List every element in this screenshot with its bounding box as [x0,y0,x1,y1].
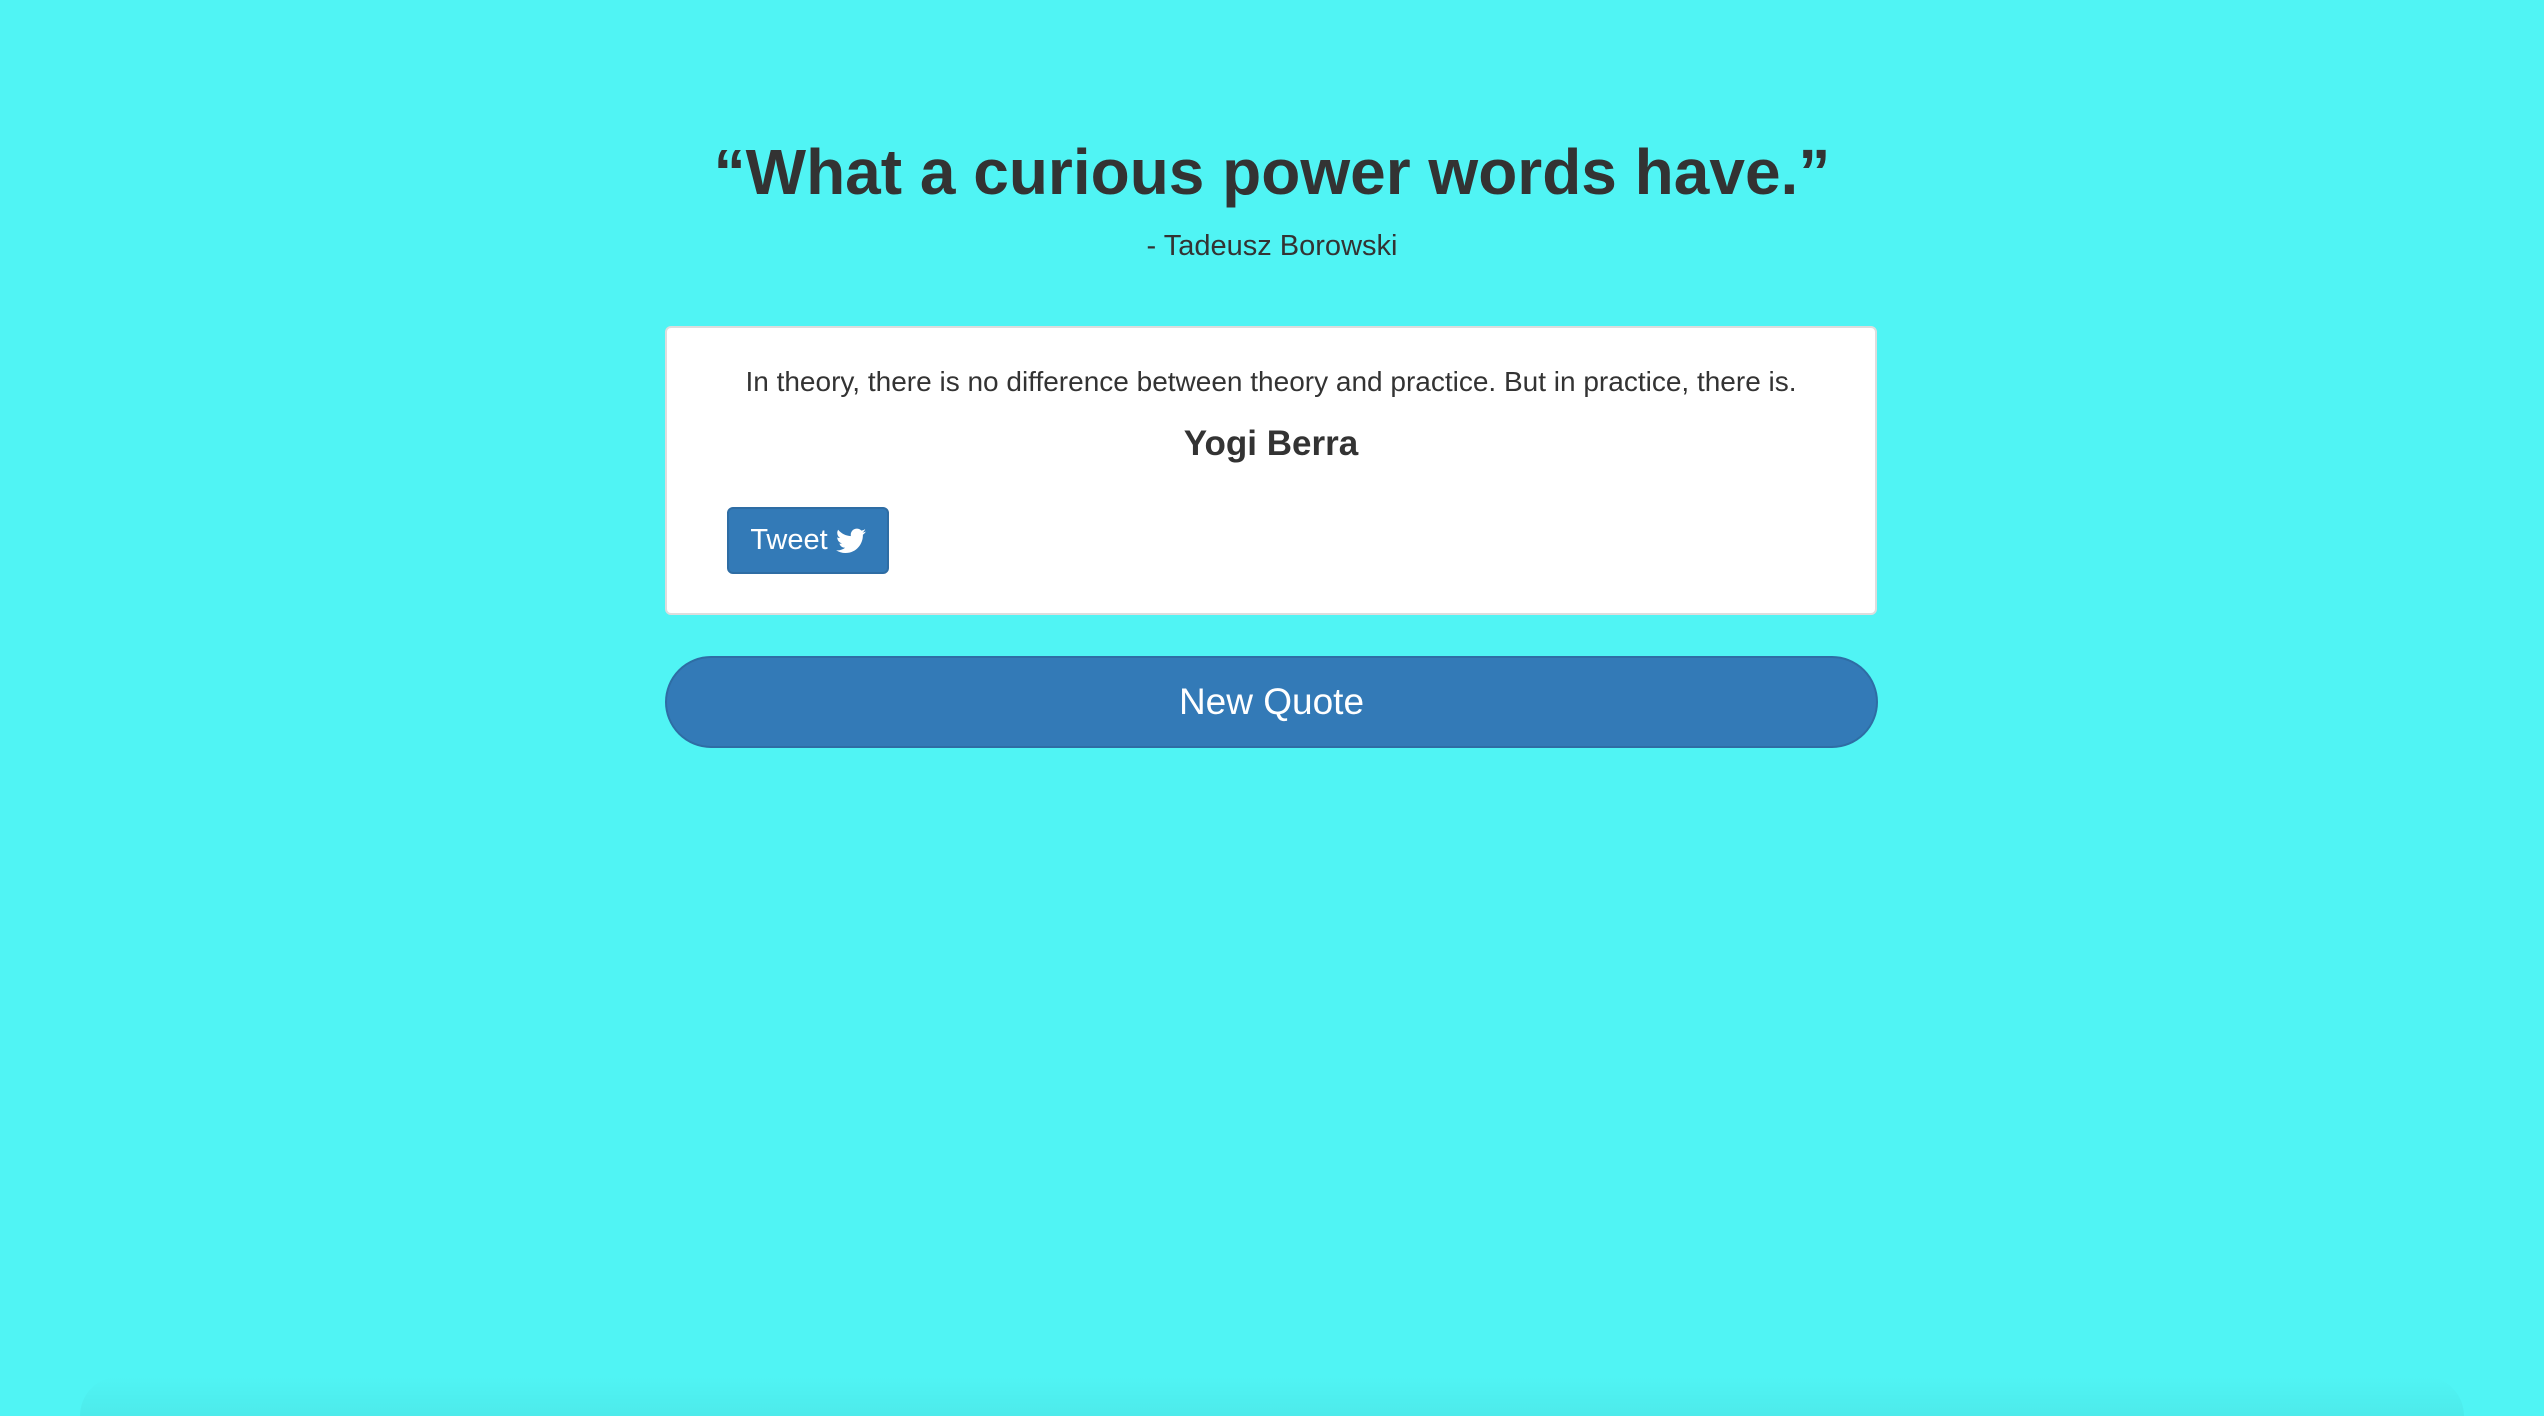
quote-card: In theory, there is no difference betwee… [665,326,1877,615]
new-quote-button-label: New Quote [1178,681,1365,722]
new-quote-button[interactable]: New Quote [665,656,1878,748]
quote-text: In theory, there is no difference betwee… [745,366,1797,397]
page: “What a curious power words have.” - Tad… [0,0,2544,1416]
bottom-shadow [80,1376,2464,1416]
twitter-bird-icon [835,528,866,554]
quote-author: Yogi Berra [1183,424,1359,463]
tweet-button[interactable]: Tweet [727,507,889,574]
header-quote: “What a curious power words have.” [713,136,1831,208]
tweet-button-label: Tweet [750,524,828,556]
header-quote-author: - Tadeusz Borowski [1146,230,1398,262]
